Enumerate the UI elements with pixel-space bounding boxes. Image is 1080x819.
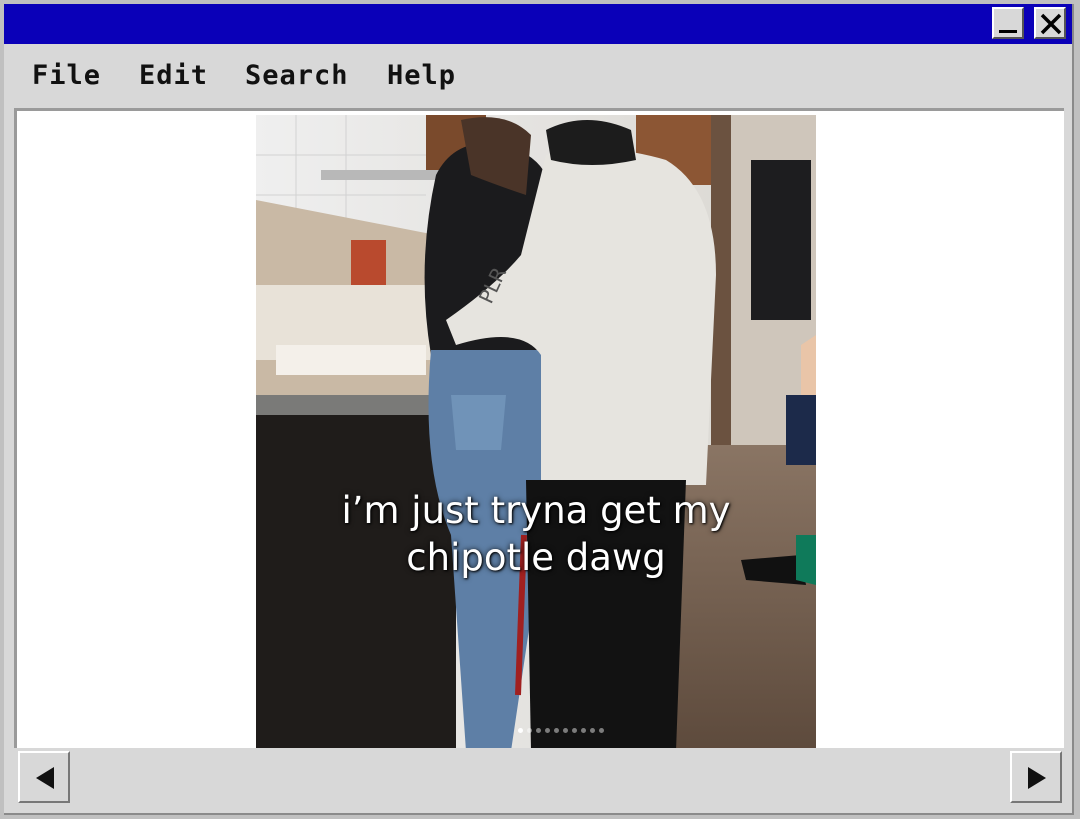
carousel-dot[interactable]	[518, 728, 523, 733]
carousel-indicator	[518, 728, 604, 733]
menu-help[interactable]: Help	[387, 60, 456, 91]
scroll-right-button[interactable]	[1010, 751, 1062, 803]
menu-bar: File Edit Search Help	[4, 44, 1072, 108]
app-window: File Edit Search Help PLR i’m just tryna…	[4, 4, 1074, 815]
arrow-left-icon	[36, 767, 54, 789]
caption-line-1: i’m just tryna get my	[341, 489, 731, 532]
close-icon	[1040, 13, 1062, 35]
caption-line-2: chipotle dawg	[406, 536, 666, 579]
menu-search[interactable]: Search	[245, 60, 349, 91]
menu-edit[interactable]: Edit	[139, 60, 208, 91]
minimize-icon	[999, 30, 1017, 33]
title-bar[interactable]	[4, 4, 1072, 44]
menu-file[interactable]: File	[32, 60, 101, 91]
minimize-button[interactable]	[992, 7, 1024, 39]
carousel-dot[interactable]	[572, 728, 577, 733]
carousel-dot[interactable]	[563, 728, 568, 733]
caption: i’m just tryna get my chipotle dawg	[256, 487, 816, 581]
close-button[interactable]	[1034, 7, 1066, 39]
photo: PLR i’m just tryna get my chipotle dawg	[256, 115, 816, 751]
content-area: PLR i’m just tryna get my chipotle dawg	[14, 108, 1064, 751]
carousel-dot[interactable]	[581, 728, 586, 733]
scroll-left-button[interactable]	[18, 751, 70, 803]
horizontal-scrollbar[interactable]	[14, 748, 1064, 806]
carousel-dot[interactable]	[590, 728, 595, 733]
carousel-dot[interactable]	[554, 728, 559, 733]
carousel-dot[interactable]	[527, 728, 532, 733]
carousel-dot[interactable]	[536, 728, 541, 733]
photo-scene: PLR	[256, 115, 816, 751]
arrow-right-icon	[1028, 767, 1046, 789]
carousel-dot[interactable]	[545, 728, 550, 733]
carousel-dot[interactable]	[599, 728, 604, 733]
